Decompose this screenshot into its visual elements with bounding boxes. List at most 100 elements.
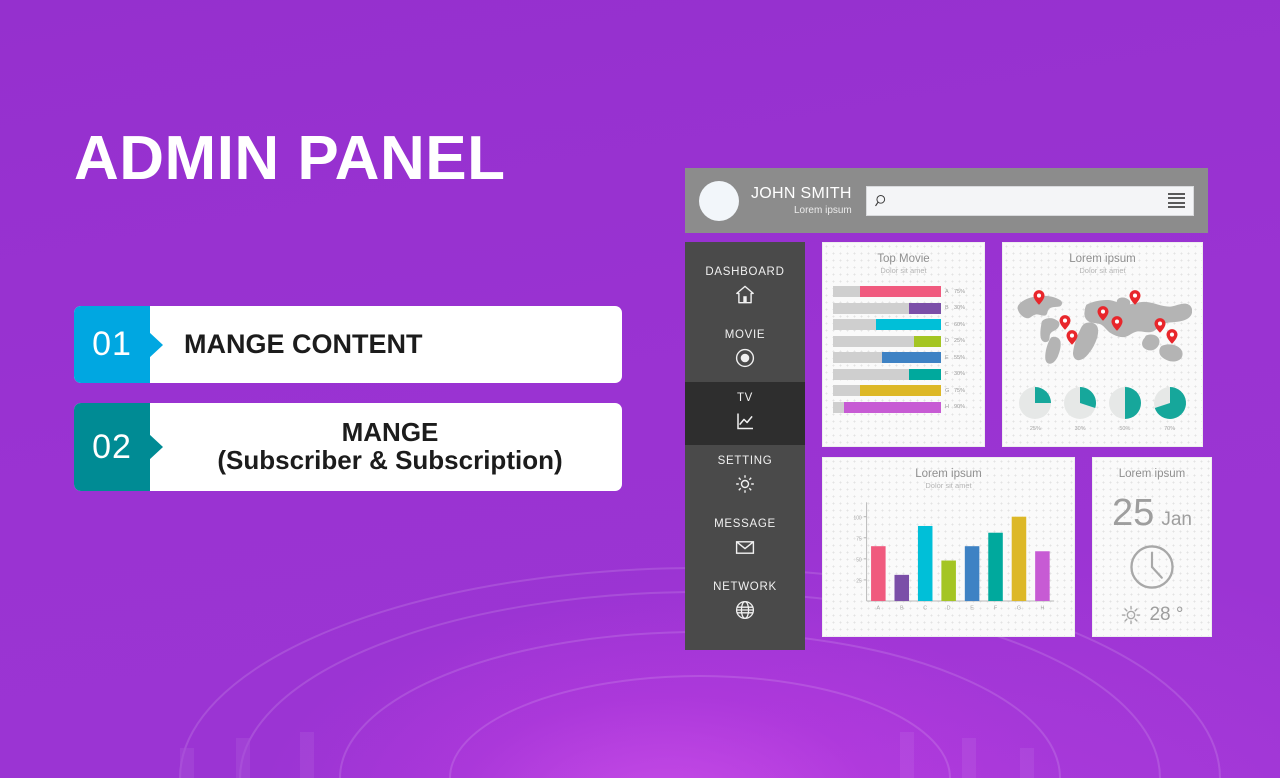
pie-chart-label: 70% [1164,426,1176,432]
pie-chart-svg [1064,387,1097,419]
panel-bar-chart: Lorem ipsum Dolor sit amet 25 50 75 100 A B C D… [822,457,1075,637]
envelope-icon [735,541,755,554]
top-movie-row: G 75% [833,385,974,396]
top-movie-category: E [945,354,949,361]
sidebar-item-message[interactable]: MESSAGE [685,508,805,571]
bar-chart-ytick: 25 [856,578,862,584]
search-input[interactable] [894,194,1168,207]
top-movie-category: D [945,338,949,344]
search-icon [874,194,885,206]
top-movie-category: F [945,371,949,377]
hamburger-menu-icon[interactable] [1168,192,1185,209]
pie-chart-group: 25% 30% 50% 70% [1013,383,1192,432]
step-1-label: MANGE CONTENT [184,329,423,359]
bar-chart-subtitle: Dolor sit amet [925,481,972,490]
gear-icon [736,475,754,493]
bar-chart-bar [988,532,1003,601]
sidebar-item-movie[interactable]: MOVIE [685,319,805,382]
map-pin-icon[interactable] [1033,289,1045,305]
pie-chart-svg [1153,387,1186,419]
user-name: JOHN SMITH [751,185,852,203]
top-movie-category: G [945,387,950,394]
top-movie-fill [876,319,941,330]
step-2-label-line1: MANGE [341,416,439,447]
line-chart-icon [737,413,753,430]
bar-chart-xtick: B [900,605,904,611]
bar-chart-xtick: F [994,605,998,611]
sidebar-item-setting[interactable]: SETTING [685,445,805,508]
top-movie-track [833,286,941,297]
page-title: ADMIN PANEL [74,124,506,193]
pie-chart-item: 70% [1150,383,1190,432]
top-movie-row: H 90% [833,401,974,413]
top-movie-row: E 55% [833,352,974,363]
step-2-number-badge: 02 [74,403,150,491]
sidebar-item-movie-label: MOVIE [724,329,766,341]
top-movie-row: B 30% [833,302,974,314]
map-pin-icon[interactable] [1097,306,1108,322]
top-movie-track [833,319,941,330]
map-pin-icon[interactable] [1059,315,1071,330]
sidebar-item-network[interactable]: NETWORK [685,571,805,634]
top-movie-value: 55% [954,354,966,361]
top-movie-track [833,385,941,396]
bar-chart-ytick: 50 [856,557,862,563]
top-movie-category: B [945,305,949,311]
top-movie-track [833,352,941,363]
step-1-number-badge: 01 [74,306,150,383]
panel-top-movie: Top Movie Dolor sit amet A 75% B 30% C 60% D 25… [822,242,985,447]
bar-chart-ytick: 100 [853,515,861,521]
map-pin-icon[interactable] [1129,289,1141,305]
bar-chart-bar [941,560,956,601]
map-pin-icon[interactable] [1166,329,1178,344]
panel-date-weather: Lorem ipsum 25 Jan 28 ° [1092,457,1212,637]
map-pin-icon[interactable] [1111,315,1123,331]
top-movie-track [833,335,941,347]
dashboard-panels: Top Movie Dolor sit amet A 75% B 30% C 60% D 25… [822,242,1212,637]
bar-chart-title: Lorem ipsum [915,468,982,480]
bar-chart-xtick: H [1040,605,1044,611]
temperature-value: 28 ° [1149,604,1184,625]
record-circle-icon [735,348,755,368]
top-movie-title: Top Movie [877,253,930,265]
bar-chart-bar [1011,516,1027,601]
sun-icon [1122,605,1141,625]
bar-chart-xtick: D [947,605,951,611]
top-movie-bar-list: A 75% B 30% C 60% D 25% E 55% F 30% G 75% H 90% [833,286,974,413]
map-pin-icon[interactable] [1066,330,1078,345]
map-subtitle: Dolor sit amet [1079,266,1126,275]
top-movie-row: D 25% [833,335,974,347]
pie-chart-svg [1019,387,1052,419]
search-bar[interactable] [865,185,1194,216]
top-movie-track [833,401,941,413]
pie-chart-label: 25% [1029,426,1041,432]
dashboard-mockup: JOHN SMITH Lorem ipsum DASHBOARD MOVIE T… [685,168,1212,650]
sidebar-item-dashboard[interactable]: DASHBOARD [685,256,805,319]
top-movie-fill [914,335,941,347]
bar-chart-plot: 25 50 75 100 A B C D E F G H [837,498,1064,616]
step-1-label-wrap: MANGE CONTENT [150,306,622,383]
sidebar-item-tv[interactable]: TV [685,382,805,445]
avatar[interactable] [699,180,739,221]
date-widget-title: Lorem ipsum [1118,468,1186,480]
top-movie-value: 75% [954,387,966,394]
top-movie-fill [881,352,941,363]
top-movie-fill [908,368,941,380]
bar-chart-xtick: E [970,605,974,611]
bar-chart-xtick: G [1017,605,1021,611]
bar-chart-xtick: A [877,605,881,611]
top-movie-category: H [945,404,949,410]
pie-chart-svg [1108,387,1141,419]
panel-map: Lorem ipsum Dolor sit amet 25% 30% 50% 7… [1002,242,1203,447]
bar-chart-bar [917,525,933,601]
bar-chart-ytick: 75 [856,536,862,542]
step-item-2[interactable]: 02 MANGE (Subscriber & Subscription) [74,403,622,491]
sidebar-item-tv-label: TV [736,392,754,404]
dashboard-topbar: JOHN SMITH Lorem ipsum [685,168,1208,233]
top-movie-fill [843,401,941,413]
pie-chart-item: 25% [1015,383,1055,432]
top-movie-track [833,368,941,380]
step-item-1[interactable]: 01 MANGE CONTENT [74,306,622,383]
top-movie-category: C [945,321,949,328]
map-pin-icon[interactable] [1154,317,1166,333]
